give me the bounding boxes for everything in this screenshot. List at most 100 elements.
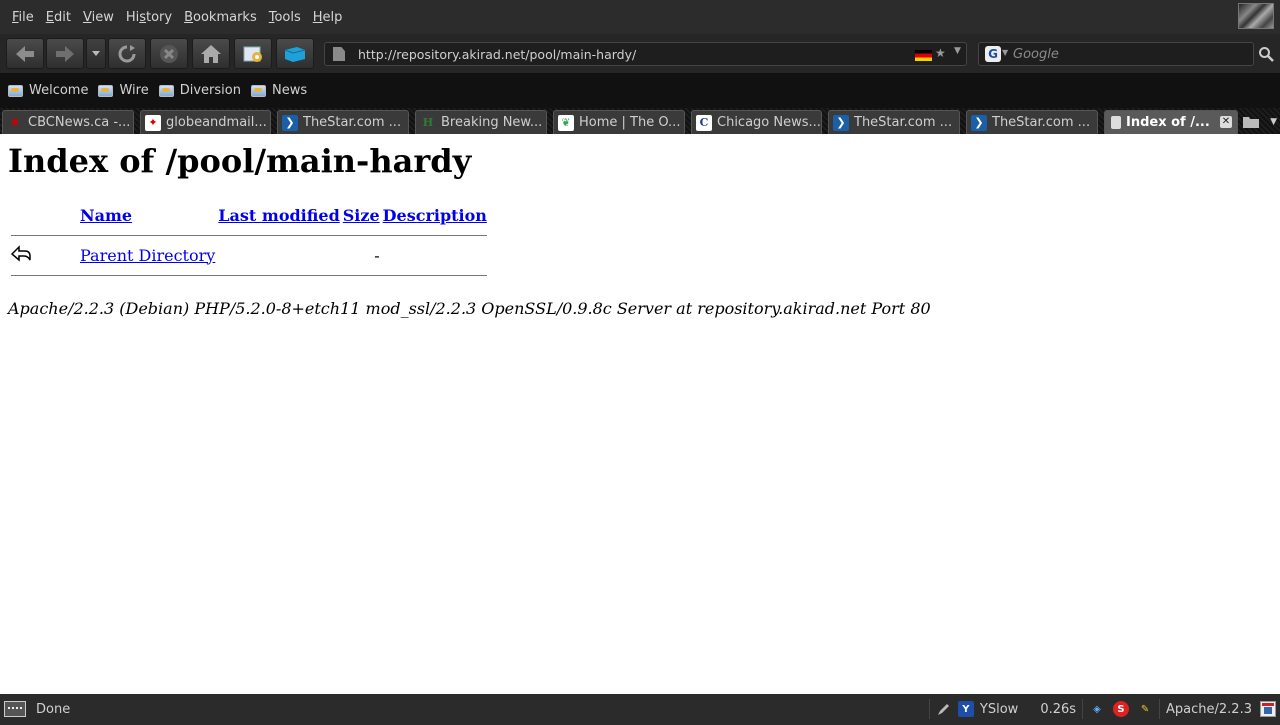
back-button[interactable] <box>6 38 44 69</box>
tab-strip: ✸ CBCNews.ca -... ✦ globeandmail... ❯ Th… <box>0 108 1280 134</box>
addon-status-icon[interactable]: ✎ <box>1137 701 1153 717</box>
parent-name-cell: Parent Directory <box>80 242 215 268</box>
sidebar-addon-button[interactable] <box>276 38 314 69</box>
status-bar: Done Y YSlow 0.26s ◈ S ✎ Apache/2.2.3 <box>0 694 1280 725</box>
bookmark-news[interactable]: News <box>250 83 307 98</box>
sort-by-last-modified-link[interactable]: Last modified <box>218 206 339 225</box>
menu-history[interactable]: History <box>120 10 178 25</box>
search-bar[interactable]: G ▼ Google <box>978 42 1254 66</box>
url-bar[interactable]: http://repository.akirad.net/pool/main-h… <box>324 42 967 66</box>
divider <box>11 234 487 236</box>
parent-modified-cell <box>218 242 339 268</box>
bookmark-wire[interactable]: Wire <box>98 83 149 98</box>
bookmark-welcome[interactable]: Welcome <box>8 83 88 98</box>
sort-by-name-link[interactable]: Name <box>80 206 132 225</box>
sort-by-description-link[interactable]: Description <box>383 206 487 225</box>
folder-icon <box>1243 117 1259 128</box>
menu-view[interactable]: View <box>77 10 120 25</box>
tab-breaking-news[interactable]: H Breaking New... <box>415 110 547 134</box>
server-info[interactable]: Apache/2.2.3 <box>1166 702 1252 717</box>
thestar-icon: ❯ <box>282 114 298 131</box>
bookmark-diversion[interactable]: Diversion <box>158 83 241 98</box>
parent-directory-link[interactable]: Parent Directory <box>80 246 215 265</box>
menu-help[interactable]: Help <box>307 10 349 25</box>
bookmarks-toolbar: Welcome Wire Diversion News <box>0 73 1280 108</box>
menu-bookmarks[interactable]: Bookmarks <box>178 10 263 25</box>
server-signature: Apache/2.2.3 (Debian) PHP/5.2.0-8+etch11… <box>8 299 931 318</box>
tab-restore-icon[interactable] <box>1260 701 1276 717</box>
divider-row <box>11 270 487 280</box>
cbc-icon: ✸ <box>10 116 20 129</box>
reload-icon <box>118 44 136 62</box>
divider <box>1082 699 1084 719</box>
table-row: Parent Directory - <box>11 242 487 268</box>
name-column-header: Name <box>80 202 215 228</box>
tab-globeandmail[interactable]: ✦ globeandmail... <box>140 110 271 134</box>
settings-addon-button[interactable] <box>234 38 272 69</box>
thestar-icon: ❯ <box>833 114 849 131</box>
divider <box>928 699 930 719</box>
chevron-down-icon <box>92 50 100 56</box>
forward-button[interactable] <box>46 38 84 69</box>
url-text[interactable]: http://repository.akirad.net/pool/main-h… <box>358 47 636 62</box>
sort-by-size-link[interactable]: Size <box>343 206 380 225</box>
back-arrow-icon[interactable] <box>11 243 31 263</box>
chicago-tribune-icon: C <box>696 114 712 131</box>
listing-header-row: Name Last modified Size Description <box>11 202 487 228</box>
search-input[interactable]: Google <box>1013 47 1059 62</box>
home-button[interactable] <box>192 38 230 69</box>
page-icon <box>1111 116 1121 129</box>
menu-file[interactable]: File <box>6 10 40 25</box>
chevron-down-icon[interactable]: ▼ <box>1002 48 1008 57</box>
rss-folder-icon <box>158 84 174 97</box>
stop-icon <box>160 44 178 63</box>
description-column-header: Description <box>383 202 487 228</box>
yslow-label[interactable]: YSlow <box>980 702 1018 717</box>
divider <box>1159 699 1161 719</box>
status-text: Done <box>36 701 71 717</box>
keyboard-icon[interactable] <box>4 701 26 717</box>
leaf-icon: ❦ <box>558 114 574 131</box>
bookmark-star-icon[interactable]: ★ <box>935 46 946 60</box>
cube-icon <box>284 46 306 62</box>
maple-leaf-icon: ✦ <box>145 114 161 131</box>
tab-list-button[interactable]: ▼ <box>1243 112 1277 132</box>
navigation-toolbar: http://repository.akirad.net/pool/main-h… <box>0 34 1280 73</box>
page-content: Index of /pool/main-hardy Name Last modi… <box>0 134 1280 694</box>
rss-folder-icon <box>250 84 266 97</box>
pen-icon[interactable] <box>936 701 952 717</box>
forward-arrow-icon <box>56 45 74 62</box>
menu-edit[interactable]: Edit <box>40 10 77 25</box>
menu-tools[interactable]: Tools <box>263 10 307 25</box>
reload-button[interactable] <box>108 38 146 69</box>
chevron-down-icon: ▼ <box>1270 117 1277 127</box>
tab-thestar-3[interactable]: ❯ TheStar.com ... <box>966 110 1098 134</box>
last-modified-column-header: Last modified <box>218 202 339 228</box>
tab-home-the-o[interactable]: ❦ Home | The O... <box>553 110 685 134</box>
parent-icon-cell <box>11 242 77 268</box>
back-arrow-icon <box>16 45 34 62</box>
tab-cbcnews[interactable]: ✸ CBCNews.ca -... <box>2 110 134 134</box>
stop-button[interactable] <box>150 38 188 69</box>
history-dropdown-button[interactable] <box>86 38 106 69</box>
yslow-icon[interactable]: Y <box>957 701 974 717</box>
directory-listing: Name Last modified Size Description Pare… <box>8 200 490 282</box>
german-flag-icon[interactable] <box>915 50 932 61</box>
tab-chicago-news[interactable]: C Chicago News... <box>691 110 822 134</box>
network-icon[interactable]: ◈ <box>1089 701 1105 717</box>
status-left: Done <box>4 701 70 717</box>
tab-thestar-1[interactable]: ❯ TheStar.com ... <box>277 110 409 134</box>
google-icon[interactable]: G <box>985 46 1001 62</box>
tab-index-of[interactable]: Index of /... ✕ <box>1104 110 1238 134</box>
divider <box>11 274 487 276</box>
page-title: Index of /pool/main-hardy <box>8 142 472 180</box>
close-tab-icon[interactable]: ✕ <box>1220 116 1232 128</box>
chevron-down-icon[interactable]: ▼ <box>954 46 961 56</box>
adblock-icon[interactable]: S <box>1113 701 1130 717</box>
load-time[interactable]: 0.26s <box>1040 702 1076 717</box>
gear-folder-icon <box>243 46 262 62</box>
rss-folder-icon <box>8 84 23 97</box>
page-icon <box>333 47 345 61</box>
tab-thestar-2[interactable]: ❯ TheStar.com ... <box>828 110 960 134</box>
search-icon[interactable] <box>1258 46 1274 62</box>
